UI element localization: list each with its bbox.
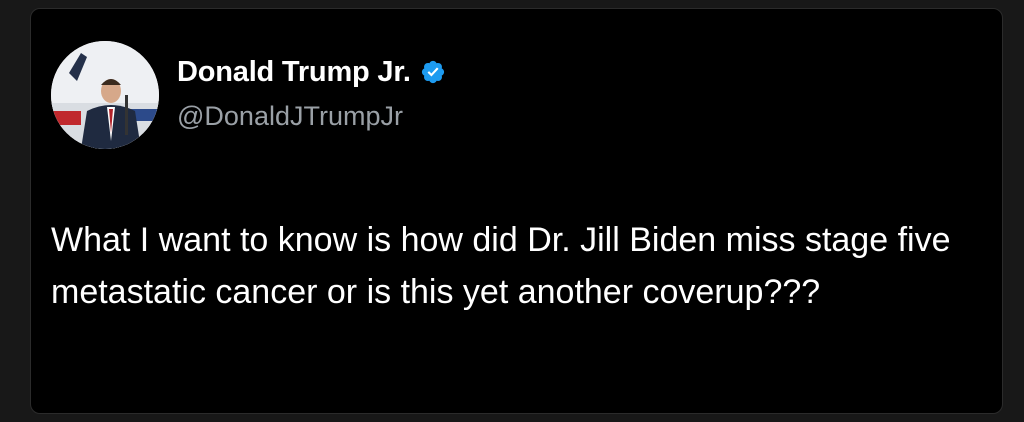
tweet-text: What I want to know is how did Dr. Jill …: [51, 221, 951, 311]
verified-badge-icon: [421, 60, 444, 84]
author-row: Donald Trump Jr.: [177, 55, 446, 89]
avatar[interactable]: [51, 41, 159, 149]
avatar-image: [51, 41, 159, 149]
display-name[interactable]: Donald Trump Jr.: [177, 56, 411, 89]
tweet-card[interactable]: Donald Trump Jr. @DonaldJTrumpJr What I …: [30, 8, 1003, 414]
author-handle[interactable]: @DonaldJTrumpJr: [177, 101, 403, 132]
